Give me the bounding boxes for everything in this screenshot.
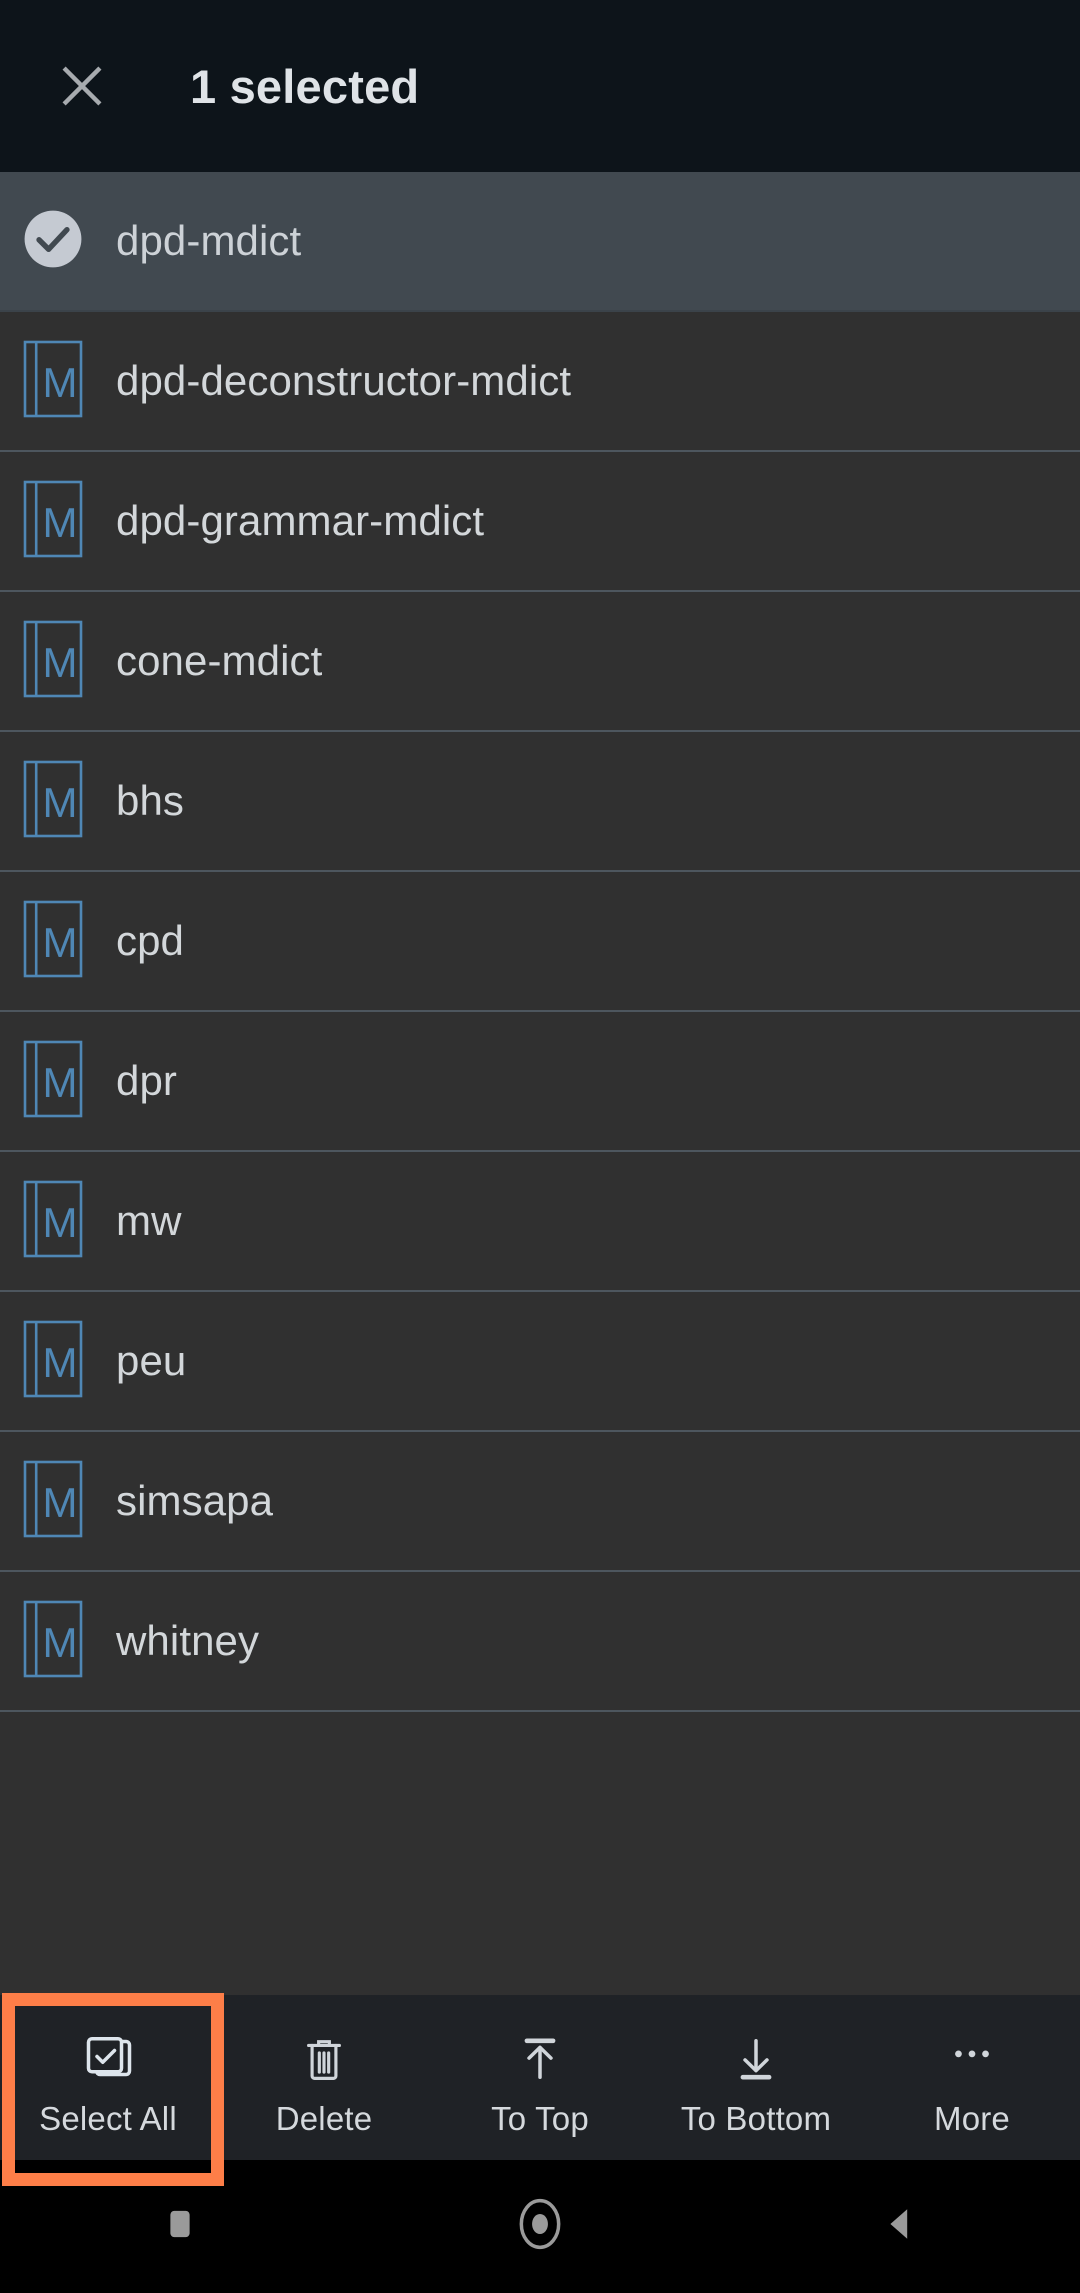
delete-label: Delete <box>275 2099 373 2137</box>
mdict-file-icon: M <box>23 480 83 563</box>
select-all-button[interactable]: Select All <box>0 1995 216 2160</box>
mdict-file-icon: M <box>23 1040 83 1123</box>
svg-text:M: M <box>43 1199 78 1246</box>
svg-text:M: M <box>43 1619 78 1666</box>
list-item-label: cone-mdict <box>116 637 323 684</box>
trash-icon <box>296 2024 352 2088</box>
table-row[interactable]: M dpr <box>0 1012 1080 1152</box>
to-top-button[interactable]: To Top <box>432 1995 648 2160</box>
close-selection-button[interactable] <box>26 30 138 142</box>
svg-text:M: M <box>43 919 78 966</box>
to-bottom-label: To Bottom <box>680 2099 832 2137</box>
list-item-label: mw <box>116 1197 182 1244</box>
to-bottom-button[interactable]: To Bottom <box>648 1995 864 2160</box>
mdict-file-icon: M <box>23 760 83 843</box>
table-row[interactable]: M whitney <box>0 1572 1080 1712</box>
mdict-file-icon: M <box>23 620 83 703</box>
delete-button[interactable]: Delete <box>216 1995 432 2160</box>
svg-text:M: M <box>43 359 78 406</box>
check-circle-icon <box>22 208 84 275</box>
table-row[interactable]: M peu <box>0 1292 1080 1432</box>
select-all-label: Select All <box>39 2099 177 2137</box>
table-row[interactable]: M mw <box>0 1152 1080 1292</box>
selection-app-bar: 1 selected <box>0 0 1080 172</box>
home-circle-icon <box>512 2196 568 2257</box>
mdict-file-icon: M <box>23 1460 83 1543</box>
list-item-label: dpd-grammar-mdict <box>116 497 485 544</box>
mdict-file-icon: M <box>23 1320 83 1403</box>
row-icon-slot[interactable]: M <box>12 1320 94 1403</box>
mdict-file-icon: M <box>23 900 83 983</box>
row-icon-slot[interactable]: M <box>12 900 94 983</box>
list-item-label: simsapa <box>116 1477 274 1524</box>
selection-action-toolbar: Select All Delete To Top To Bottom More <box>0 1995 1080 2160</box>
list-item-label: dpd-deconstructor-mdict <box>116 357 572 404</box>
app-screen: 1 selected dpd-mdict M dpd-deconstructor… <box>0 0 1080 2293</box>
table-row[interactable]: M cone-mdict <box>0 592 1080 732</box>
svg-text:M: M <box>43 639 78 686</box>
close-icon <box>54 58 110 114</box>
home-button[interactable] <box>450 2160 630 2293</box>
row-icon-slot[interactable]: M <box>12 480 94 563</box>
recents-square-icon <box>159 2203 201 2250</box>
table-row[interactable]: dpd-mdict <box>0 172 1080 312</box>
list-item-label: dpd-mdict <box>116 217 302 264</box>
svg-text:M: M <box>43 1339 78 1386</box>
row-icon-slot[interactable]: M <box>12 760 94 843</box>
table-row[interactable]: M cpd <box>0 872 1080 1012</box>
mdict-file-icon: M <box>23 1180 83 1263</box>
arrow-to-bottom-icon <box>728 2024 784 2088</box>
mdict-file-icon: M <box>23 1600 83 1683</box>
row-icon-slot[interactable]: M <box>12 1180 94 1263</box>
table-row[interactable]: M dpd-deconstructor-mdict <box>0 312 1080 452</box>
list-item-label: bhs <box>116 777 185 824</box>
svg-text:M: M <box>43 1479 78 1526</box>
list-empty-space <box>0 1712 1080 1995</box>
row-icon-slot[interactable]: M <box>12 340 94 423</box>
row-icon-slot[interactable]: M <box>12 1040 94 1123</box>
list-item-label: peu <box>116 1337 187 1384</box>
list-item-label: cpd <box>116 917 185 964</box>
file-list[interactable]: dpd-mdict M dpd-deconstructor-mdict M dp… <box>0 172 1080 1995</box>
page-title: 1 selected <box>190 59 420 113</box>
back-button[interactable] <box>810 2160 990 2293</box>
back-triangle-icon <box>876 2200 924 2253</box>
select-all-icon <box>78 2024 138 2088</box>
table-row[interactable]: M dpd-grammar-mdict <box>0 452 1080 592</box>
to-top-label: To Top <box>491 2099 589 2137</box>
list-item-label: dpr <box>116 1057 178 1104</box>
mdict-file-icon: M <box>23 340 83 423</box>
recents-button[interactable] <box>90 2160 270 2293</box>
svg-text:M: M <box>43 1059 78 1106</box>
list-item-label: whitney <box>116 1617 260 1664</box>
more-label: More <box>934 2099 1010 2137</box>
more-button[interactable]: More <box>864 1995 1080 2160</box>
svg-text:M: M <box>43 499 78 546</box>
svg-text:M: M <box>43 779 78 826</box>
arrow-to-top-icon <box>512 2024 568 2088</box>
system-navigation-bar <box>0 2160 1080 2293</box>
table-row[interactable]: M simsapa <box>0 1432 1080 1572</box>
row-icon-slot[interactable] <box>12 208 94 275</box>
row-icon-slot[interactable]: M <box>12 1460 94 1543</box>
row-icon-slot[interactable]: M <box>12 1600 94 1683</box>
table-row[interactable]: M bhs <box>0 732 1080 872</box>
more-horizontal-icon <box>944 2024 1000 2088</box>
row-icon-slot[interactable]: M <box>12 620 94 703</box>
